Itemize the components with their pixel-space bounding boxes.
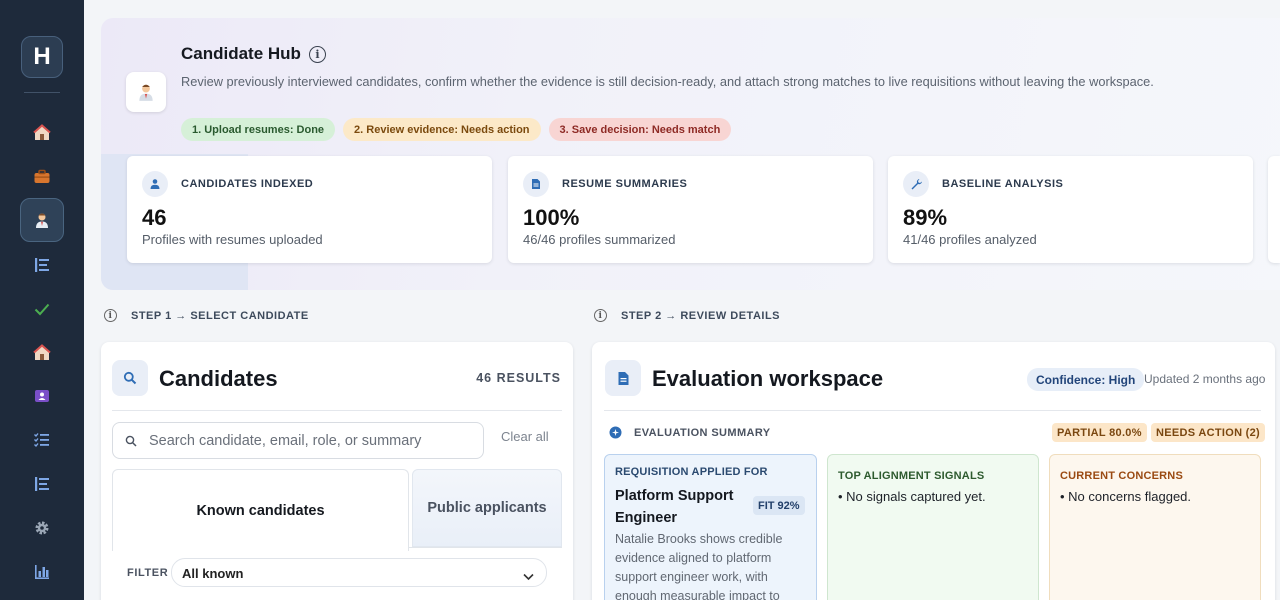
bar-chart-icon [35, 565, 49, 579]
list-icon [35, 477, 49, 491]
clear-all-button[interactable]: Clear all [501, 429, 549, 444]
step-1-label: STEP 1 → SELECT CANDIDATE [131, 309, 309, 322]
concern-list-item: • No concerns flagged. [1060, 489, 1192, 504]
stat-value: 89% [903, 205, 948, 230]
document-icon [605, 360, 641, 396]
concern-text: No concerns flagged. [1068, 489, 1192, 504]
sidebar-item-analytics[interactable] [20, 550, 64, 594]
signal-list-item: • No signals captured yet. [838, 489, 986, 504]
page-title: Candidate Hub i [181, 44, 326, 64]
stat-card-resume-summaries: RESUME SUMMARIES 100% 46/46 profiles sum… [508, 156, 873, 263]
results-count: 46 RESULTS [476, 371, 561, 385]
stat-label: RESUME SUMMARIES [562, 178, 688, 190]
search-icon [125, 434, 137, 452]
info-icon[interactable]: i [308, 45, 326, 63]
evaluation-panel: Evaluation workspace Confidence: High Up… [592, 342, 1275, 600]
requisition-description: Natalie Brooks shows credible evidence a… [615, 532, 783, 600]
confidence-badge: Confidence: High [1027, 368, 1145, 391]
sparkle-icon [609, 426, 622, 439]
home-icon [33, 344, 51, 360]
stat-value: 100% [523, 205, 580, 230]
sidebar-item-candidates[interactable] [20, 198, 64, 242]
briefcase-icon [34, 169, 50, 183]
sidebar-item-offices[interactable] [20, 331, 64, 375]
fit-badge: FIT 92% [753, 496, 805, 515]
alignment-signals-card: TOP ALIGNMENT SIGNALS • No signals captu… [827, 454, 1039, 600]
page-description: Review previously interviewed candidates… [181, 74, 1154, 89]
stat-value: 46 [142, 205, 167, 230]
hero-avatar [126, 72, 166, 112]
stat-card-baseline-analysis: BASELINE ANALYSIS 89% 41/46 profiles ana… [888, 156, 1253, 263]
step-2-label: STEP 2 → REVIEW DETAILS [621, 309, 781, 322]
sidebar-item-settings[interactable] [20, 506, 64, 550]
sidebar-item-home[interactable] [20, 111, 64, 155]
page-title-text: Candidate Hub [181, 44, 301, 63]
stat-card-candidates-indexed: CANDIDATES INDEXED 46 Profiles with resu… [127, 156, 492, 263]
evaluation-title: Evaluation workspace [652, 366, 884, 391]
candidates-title: Candidates [159, 366, 278, 391]
sidebar-divider [24, 92, 60, 93]
person-icon [142, 171, 168, 197]
gear-icon [35, 521, 49, 535]
requisition-title: Platform Support Engineer [615, 488, 734, 526]
sidebar-item-jobs[interactable] [20, 155, 64, 199]
divider [112, 410, 562, 411]
wrench-icon [903, 171, 929, 197]
sidebar-item-profiles[interactable] [20, 374, 64, 418]
tab-known-candidates[interactable]: Known candidates [112, 469, 409, 551]
home-icon [33, 124, 51, 140]
stat-subtext: 41/46 profiles analyzed [903, 232, 1037, 247]
sidebar-item-lists[interactable] [20, 462, 64, 506]
step-1-header: i STEP 1 → SELECT CANDIDATE [104, 309, 309, 322]
step-pill-upload: 1. Upload resumes: Done [181, 118, 336, 141]
partial-badge: PARTIAL 80.0% [1052, 423, 1147, 442]
evaluation-summary-header: EVALUATION SUMMARY [609, 426, 771, 439]
requisition-label: REQUISITION APPLIED FOR [615, 466, 768, 478]
id-card-icon [35, 390, 49, 402]
info-icon[interactable]: i [594, 309, 607, 322]
sidebar: H [0, 0, 84, 600]
list-icon [35, 258, 49, 272]
divider [604, 410, 1261, 411]
check-icon [34, 303, 50, 316]
needs-action-badge: NEEDS ACTION (2) [1151, 423, 1266, 442]
sidebar-item-tasks[interactable] [20, 418, 64, 462]
filter-value: All known [182, 566, 244, 581]
search-box [112, 422, 484, 459]
alignment-signals-label: TOP ALIGNMENT SIGNALS [838, 470, 985, 482]
filter-label: FILTER [127, 567, 169, 579]
concerns-card: CURRENT CONCERNS • No concerns flagged. [1049, 454, 1261, 600]
requisition-card[interactable]: REQUISITION APPLIED FOR Platform Support… [604, 454, 817, 600]
sidebar-item-pipeline[interactable] [20, 243, 64, 287]
tab-divider [409, 547, 562, 548]
step-pill-review: 2. Review evidence: Needs action [343, 118, 541, 141]
step-pill-save: 3. Save decision: Needs match [548, 118, 732, 141]
step-2-header: i STEP 2 → REVIEW DETAILS [594, 309, 780, 322]
person-icon [139, 84, 153, 101]
person-icon [36, 213, 48, 228]
progress-steps: 1. Upload resumes: Done 2. Review eviden… [181, 118, 732, 141]
filter-select[interactable]: All known [171, 558, 547, 587]
concerns-label: CURRENT CONCERNS [1060, 470, 1183, 482]
candidates-panel: Candidates 46 RESULTS Clear all Known ca… [101, 342, 573, 600]
stat-card-overflow [1268, 156, 1280, 263]
checklist-icon [34, 433, 49, 448]
search-input[interactable] [149, 423, 479, 458]
tab-public-applicants[interactable]: Public applicants [412, 469, 562, 547]
stat-subtext: 46/46 profiles summarized [523, 232, 676, 247]
sidebar-item-approvals[interactable] [20, 287, 64, 331]
app-logo[interactable]: H [21, 36, 63, 78]
info-icon[interactable]: i [104, 309, 117, 322]
stat-label: CANDIDATES INDEXED [181, 178, 314, 190]
stat-subtext: Profiles with resumes uploaded [142, 232, 323, 247]
signal-text: No signals captured yet. [846, 489, 986, 504]
stat-label: BASELINE ANALYSIS [942, 178, 1064, 190]
evaluation-summary-label: EVALUATION SUMMARY [634, 426, 771, 439]
search-icon [112, 360, 148, 396]
document-icon [523, 171, 549, 197]
chevron-down-icon [523, 568, 534, 586]
updated-timestamp: Updated 2 months ago [1144, 372, 1266, 386]
